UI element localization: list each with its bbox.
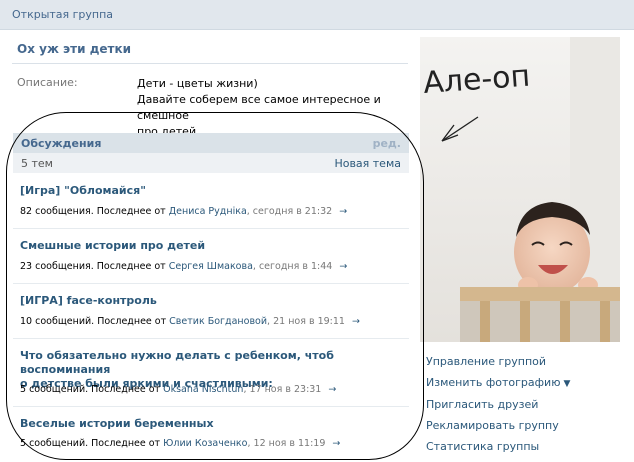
topic-last-author-link[interactable]: Сергея Шмакова: [169, 261, 253, 272]
manage-group-link[interactable]: Управление группой: [426, 355, 546, 368]
description-text: Дети - цветы жизни) Давайте соберем все …: [137, 76, 409, 140]
topic-title-link[interactable]: [Игра] "Обломайся": [20, 184, 405, 198]
discussions-header: Обсуждения ред.: [13, 133, 409, 153]
topic-item: Веселые истории беременных 5 сообщений. …: [13, 417, 409, 457]
go-to-last-arrow-icon[interactable]: →: [328, 384, 336, 395]
group-name: Ох уж эти детки: [17, 42, 132, 56]
topic-item: Что обязательно нужно делать с ребенком,…: [13, 349, 409, 407]
topic-divider: [13, 228, 409, 229]
discussions-title[interactable]: Обсуждения: [21, 137, 101, 150]
topic-last-time: , сегодня в 1:44: [252, 261, 333, 272]
topic-item: [Игра] "Обломайся" 82 сообщения. Последн…: [13, 184, 409, 229]
advertise-group-link[interactable]: Рекламировать группу: [426, 419, 559, 432]
handwritten-caption: Але-оп: [422, 59, 531, 101]
topic-last-author-link[interactable]: Oksana Nischtun: [163, 384, 243, 395]
topic-last-author-link[interactable]: Светик Богдановой: [169, 316, 267, 327]
topic-last-time: , сегодня в 21:32: [246, 206, 333, 217]
topic-divider: [13, 406, 409, 407]
crib-bar: [560, 301, 570, 342]
description-label: Описание:: [17, 76, 78, 89]
crib-bar: [480, 301, 490, 342]
topic-meta: 10 сообщений. Последнее от Светик Богдан…: [20, 316, 360, 327]
topic-last-author-link[interactable]: Дениса Рудніка: [169, 206, 247, 217]
topic-meta-prefix: 5 сообщений. Последнее от: [20, 384, 161, 395]
topic-meta: 23 сообщения. Последнее от Сергея Шмаков…: [20, 261, 347, 272]
topic-last-time: , 21 ноя в 19:11: [267, 316, 345, 327]
go-to-last-arrow-icon[interactable]: →: [332, 438, 340, 449]
group-stats-link[interactable]: Статистика группы: [426, 440, 539, 453]
topic-meta-prefix: 5 сообщений. Последнее от: [20, 438, 161, 449]
topic-meta-prefix: 82 сообщения. Последнее от: [20, 206, 166, 217]
title-divider: [12, 63, 408, 64]
go-to-last-arrow-icon[interactable]: →: [339, 261, 347, 272]
topic-last-time: , 12 ноя в 11:19: [247, 438, 326, 449]
topic-count: 5 тем: [21, 157, 53, 170]
change-photo-link[interactable]: Изменить фотографию ▼: [426, 376, 570, 389]
page-header-label: Открытая группа: [12, 8, 114, 21]
topic-item: Смешные истории про детей 23 сообщения. …: [13, 239, 409, 284]
page-header: Открытая группа: [0, 0, 634, 30]
description-line: Дети - цветы жизни): [137, 77, 258, 90]
discussions-edit-link[interactable]: ред.: [373, 137, 401, 150]
topic-meta-prefix: 23 сообщения. Последнее от: [20, 261, 166, 272]
topic-title-link[interactable]: [ИГРА] face-контроль: [20, 294, 405, 308]
crib-bar: [520, 301, 530, 342]
topic-meta: 5 сообщений. Последнее от Юлии Козаченко…: [20, 438, 340, 449]
topic-divider: [13, 338, 409, 339]
topic-title-line: Что обязательно нужно делать с ребенком,…: [20, 349, 334, 376]
discussions-subheader: 5 тем Новая тема: [13, 153, 409, 173]
topic-title-link[interactable]: Смешные истории про детей: [20, 239, 405, 253]
change-photo-label: Изменить фотографию: [426, 376, 561, 389]
topic-meta: 5 сообщений. Последнее от Oksana Nischtu…: [20, 384, 336, 395]
group-photo[interactable]: Але-оп: [420, 37, 620, 342]
topic-title-link[interactable]: Веселые истории беременных: [20, 417, 405, 431]
chevron-down-icon[interactable]: ▼: [563, 379, 570, 389]
topic-last-author-link[interactable]: Юлии Козаченко: [163, 438, 247, 449]
new-topic-link[interactable]: Новая тема: [334, 157, 401, 170]
topic-meta-prefix: 10 сообщений. Последнее от: [20, 316, 167, 327]
description-line: Давайте соберем все самое интересное и с…: [137, 93, 381, 122]
topic-meta: 82 сообщения. Последнее от Дениса Руднік…: [20, 206, 347, 217]
invite-friends-link[interactable]: Пригласить друзей: [426, 398, 538, 411]
group-photo-image: Але-оп: [420, 37, 620, 342]
crib-rail: [460, 287, 620, 301]
go-to-last-arrow-icon[interactable]: →: [352, 316, 360, 327]
crib-bar: [600, 301, 610, 342]
topic-item: [ИГРА] face-контроль 10 сообщений. После…: [13, 294, 409, 339]
topic-divider: [13, 283, 409, 284]
topic-last-time: , 17 ноя в 23:31: [243, 384, 322, 395]
go-to-last-arrow-icon[interactable]: →: [339, 206, 347, 217]
